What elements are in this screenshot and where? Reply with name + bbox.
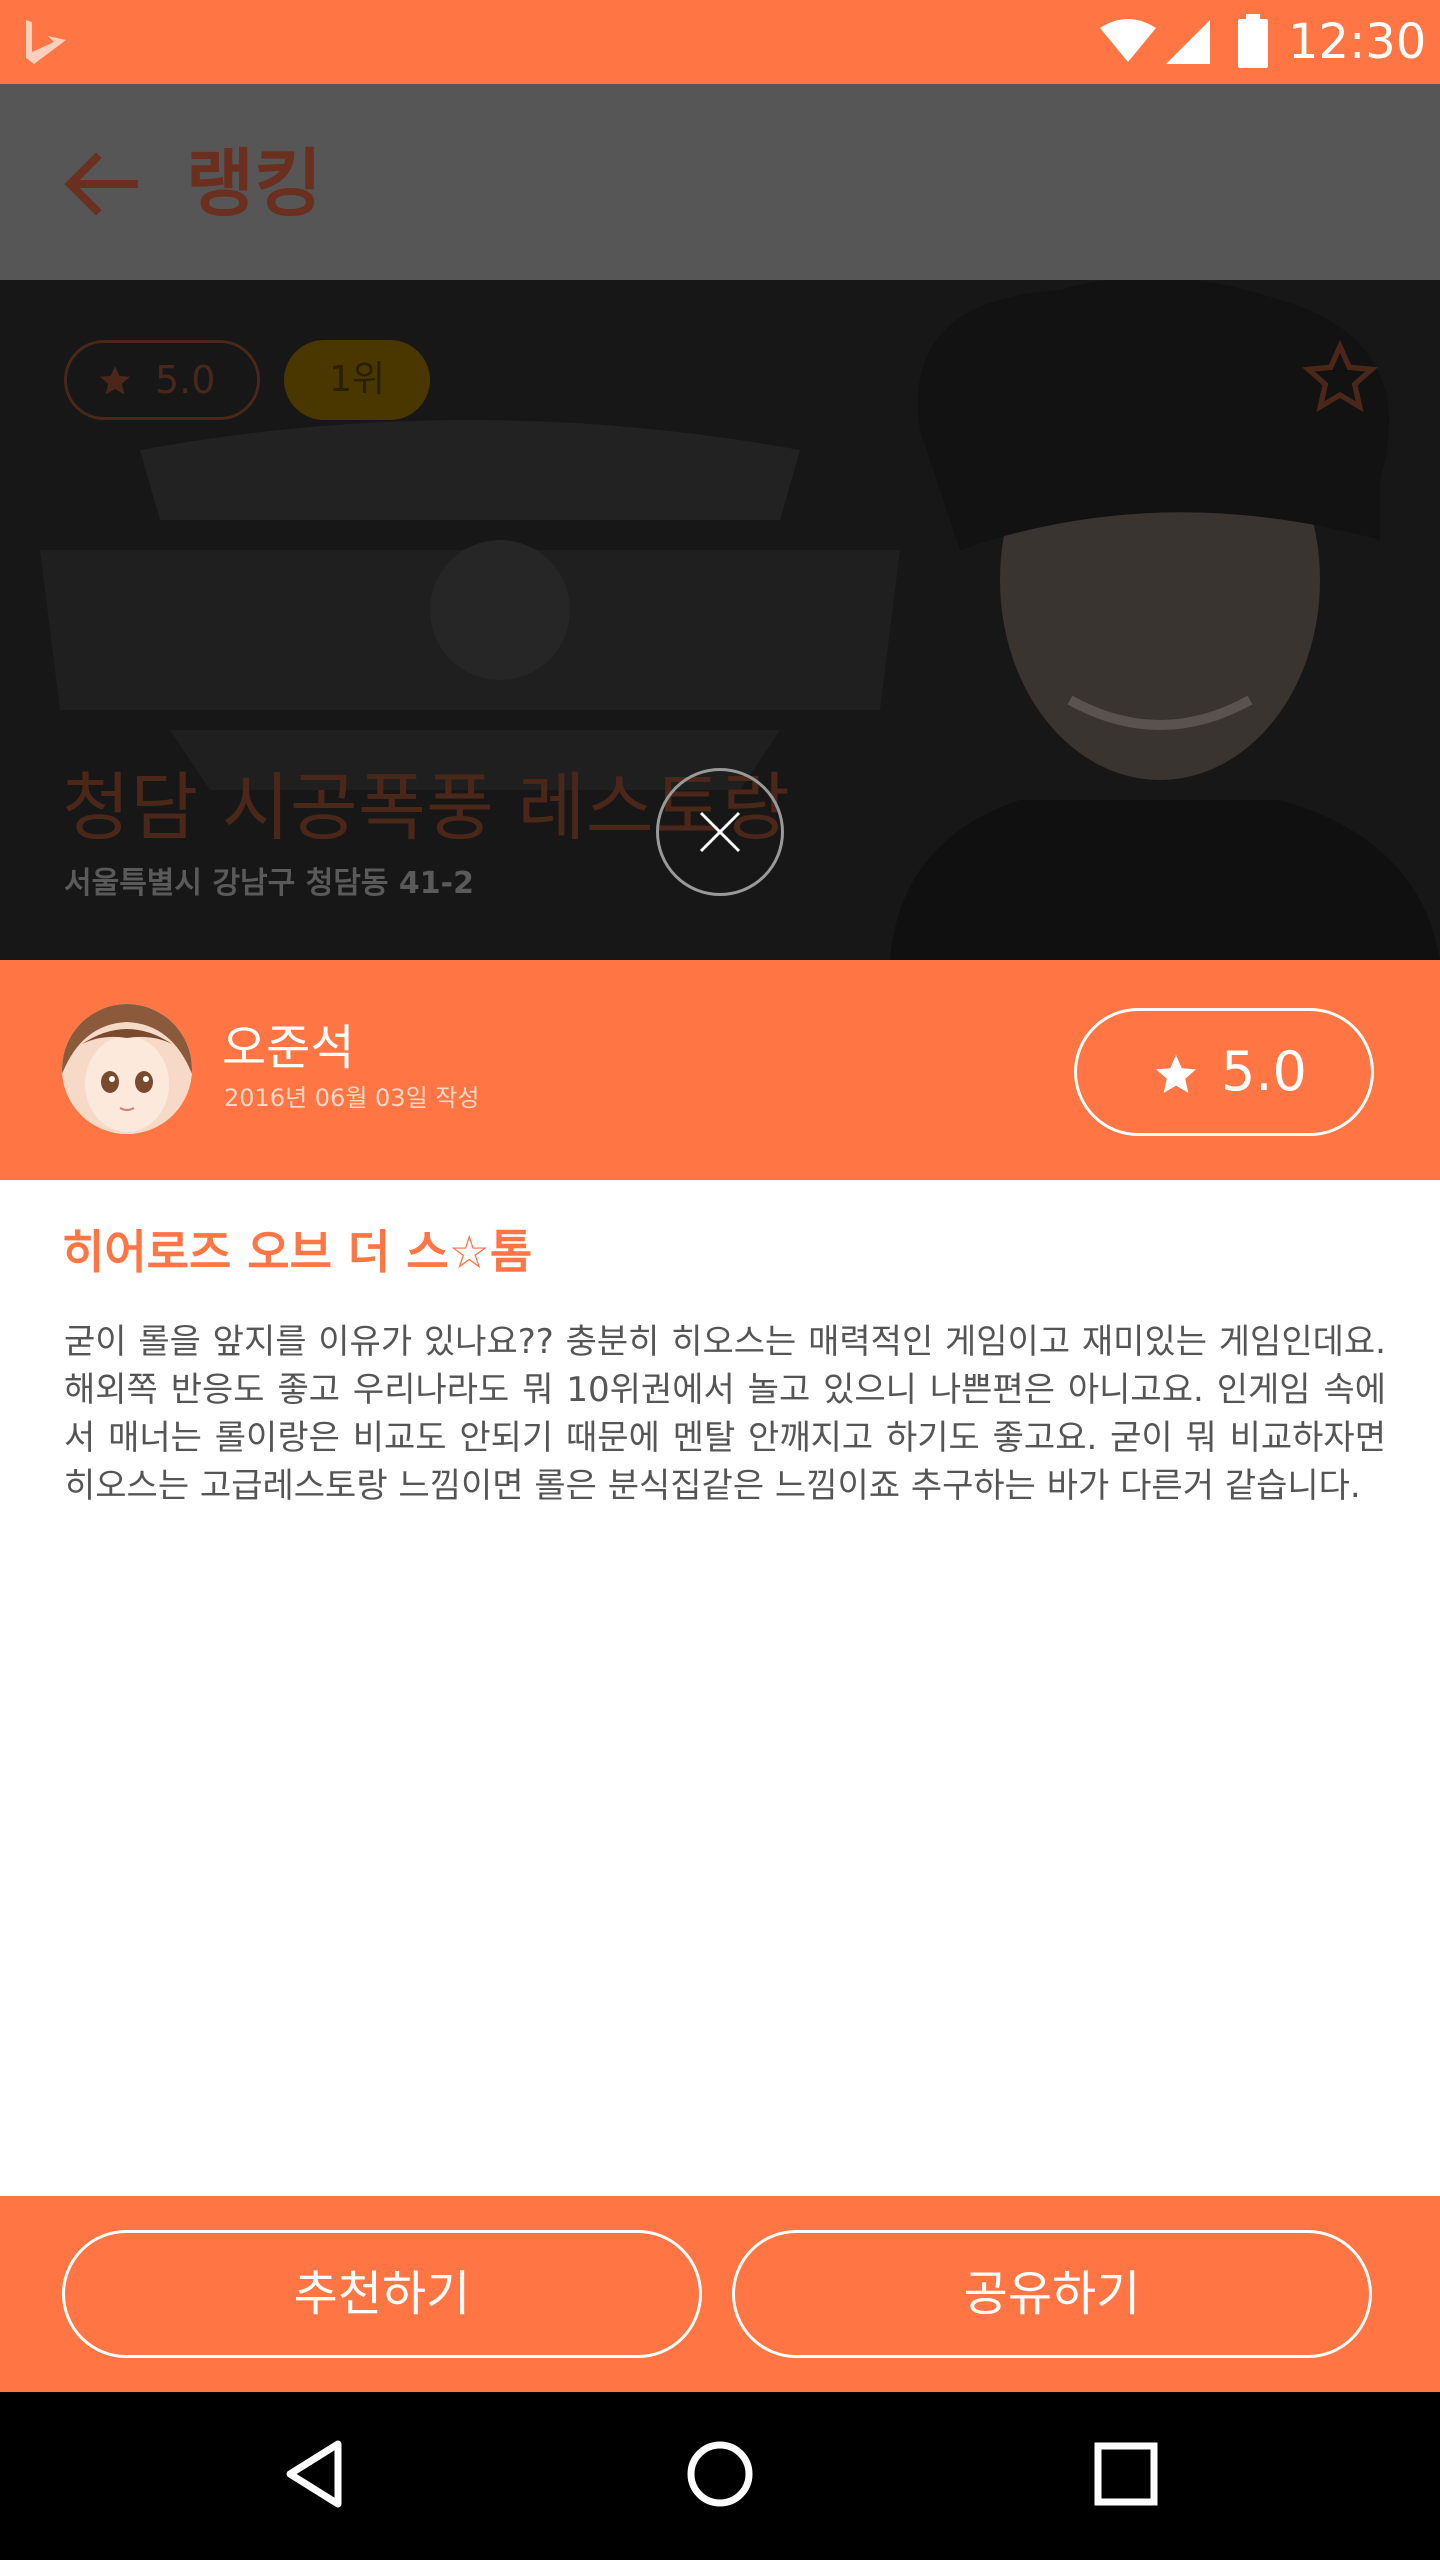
back-arrow-icon[interactable] <box>60 144 140 224</box>
star-outline-icon[interactable] <box>1300 338 1380 418</box>
review-date: 2016년 06월 03일 작성 <box>224 1084 480 1112</box>
rating-value: 5.0 <box>155 358 216 402</box>
nav-home-icon[interactable] <box>680 2434 760 2514</box>
share-button[interactable]: 공유하기 <box>732 2230 1372 2358</box>
system-nav-bar <box>0 2392 1440 2560</box>
cell-signal-icon <box>1166 20 1210 64</box>
app-bar: 랭킹 <box>0 84 1440 280</box>
avatar <box>62 1004 192 1134</box>
star-icon <box>100 366 130 395</box>
review-header: 오준석 2016년 06월 03일 작성 5.0 <box>0 960 1440 1180</box>
status-time: 12:30 <box>1288 14 1427 70</box>
recommend-button[interactable]: 추천하기 <box>62 2230 702 2358</box>
close-icon <box>699 811 741 853</box>
star-icon <box>1156 1055 1196 1093</box>
nav-back-icon[interactable] <box>276 2434 356 2514</box>
review-score-button[interactable]: 5.0 <box>1074 1008 1374 1136</box>
wifi-icon <box>1100 19 1156 62</box>
review-body: 굳이 롤을 앞지를 이유가 있나요?? 충분히 히오스는 매력적인 게임이고 재… <box>64 1322 1386 1506</box>
review-title: 히어로즈 오브 더 스☆톰 <box>62 1225 533 1279</box>
status-bar: 12:30 <box>0 0 1440 84</box>
review-score-value: 5.0 <box>1221 1040 1307 1103</box>
rating-badge: 5.0 <box>64 340 260 420</box>
nav-recents-icon[interactable] <box>1086 2434 1166 2514</box>
action-bar: 추천하기 공유하기 <box>0 2196 1440 2392</box>
review-author: 오준석 <box>222 1020 355 1076</box>
restaurant-address: 서울특별시 강남구 청담동 41-2 <box>64 866 475 901</box>
close-button[interactable] <box>656 768 784 896</box>
app-logo-icon <box>26 20 66 64</box>
battery-icon <box>1238 14 1268 68</box>
rank-badge: 1위 <box>284 340 430 420</box>
page-title: 랭킹 <box>186 141 323 227</box>
